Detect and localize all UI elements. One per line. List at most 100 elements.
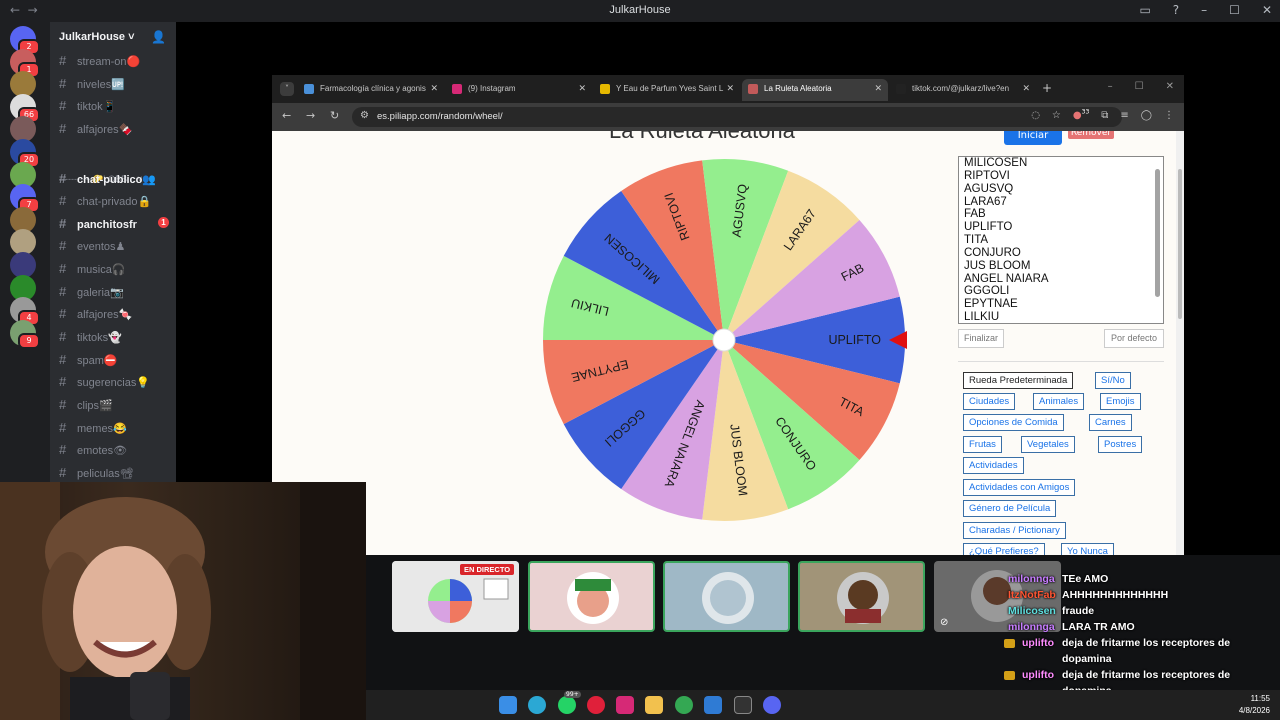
crown-icon [1004, 671, 1015, 680]
mail-icon[interactable] [704, 696, 722, 714]
preset-button[interactable]: Frutas [963, 436, 1002, 453]
preset-button[interactable]: Género de Película [963, 500, 1057, 517]
channel-item[interactable]: # alfajores🍬 [59, 306, 171, 324]
names-textarea[interactable]: MILICOSEN RIPTOVI AGUSVQ LARA67 FAB UPLIFTO TI… [958, 156, 1164, 324]
remove-button[interactable]: Remover [1068, 131, 1114, 139]
discord-titlebar: ← → JulkarHouse ▭? – ☐ ✕ [0, 0, 1280, 22]
screen-share-thumbnail[interactable]: EN DIRECTO [392, 561, 519, 632]
preset-button[interactable]: Vegetales [1021, 436, 1075, 453]
favicon-icon [452, 84, 462, 94]
channel-item[interactable]: # alfajores🍫 [59, 121, 171, 139]
channel-item[interactable]: # emotes👁 [59, 442, 171, 460]
add-member-icon[interactable]: 👤 [151, 30, 166, 44]
site-info-icon[interactable]: ⚙ [360, 110, 369, 121]
close-tab-icon[interactable]: ✕ [874, 83, 882, 94]
participant-avatar-2[interactable] [663, 561, 790, 632]
discord-icon[interactable] [763, 696, 781, 714]
url-field[interactable]: ⚙ es.piliapp.com/random/wheel/ [352, 107, 1122, 127]
browser-tab[interactable]: tiktok.com/@julkarz/live?en ✕ [890, 79, 1036, 101]
browser-tab[interactable]: Y Eau de Parfum Yves Saint L ✕ [594, 79, 740, 101]
new-tab-button[interactable]: + [1042, 81, 1052, 95]
bookmark-star-icon[interactable]: ☆ [1052, 110, 1061, 121]
random-wheel[interactable]: UPLIFTOTITACONJUROJUS BLOOMANGEL NAIARAG… [539, 155, 909, 525]
server-name[interactable]: JulkarHouse ˅ [59, 31, 135, 43]
channel-item[interactable]: # panchitosfr 1 [59, 216, 171, 234]
profile-icon[interactable]: ◯ [1141, 110, 1152, 121]
hash-icon: # [59, 171, 67, 186]
system-clock[interactable]: 11:55 4/8/2026 [1239, 693, 1270, 717]
channel-item[interactable]: # chat-privado🔒 [59, 193, 171, 211]
channel-item[interactable]: # niveles🆙 [59, 76, 171, 94]
channel-item[interactable]: # tiktoks👻 [59, 329, 171, 347]
reload-icon[interactable]: ↻ [330, 109, 339, 122]
start-menu-icon[interactable] [499, 696, 517, 714]
edge-icon[interactable] [528, 696, 546, 714]
channel-item[interactable]: # sugerencias💡 [59, 374, 171, 392]
name-entry: TITA [964, 234, 989, 247]
preset-button[interactable]: Emojis [1100, 393, 1141, 410]
chat-text: fraude [1062, 605, 1095, 617]
preset-button[interactable]: Yo Nunca [1061, 543, 1114, 555]
obs-icon[interactable] [734, 696, 752, 714]
hash-icon: # [59, 374, 67, 389]
preset-button[interactable]: Charadas / Pictionary [963, 522, 1066, 539]
forward-icon[interactable]: → [306, 109, 315, 122]
channel-item[interactable]: # eventos♟ [59, 238, 171, 256]
preset-button[interactable]: ¿Qué Prefieres? [963, 543, 1045, 555]
channel-item[interactable]: # chat-publico👥 [59, 171, 171, 189]
channel-label: peliculas📽 [77, 468, 134, 480]
channel-label: chat-privado🔒 [77, 196, 152, 208]
channel-item[interactable]: # peliculas📽 [59, 465, 171, 483]
puzzle-icon[interactable]: ⧉ [1101, 110, 1108, 121]
browser-tab[interactable]: (9) Instagram ✕ [446, 79, 592, 101]
favicon-icon [600, 84, 610, 94]
instagram-icon[interactable] [616, 696, 634, 714]
channel-item[interactable]: # galeria📷 [59, 284, 171, 302]
media-icon[interactable]: ≡ [1120, 110, 1128, 121]
tab-search-icon[interactable]: ˅ [280, 82, 294, 96]
channel-item[interactable]: # spam⛔ [59, 352, 171, 370]
server-icon[interactable]: 9 [10, 319, 40, 349]
wheel-hub[interactable] [712, 328, 736, 352]
browser-tab[interactable]: Farmacología clínica y agonis ✕ [298, 79, 444, 101]
preset-button[interactable]: Opciones de Comida [963, 414, 1064, 431]
eye-off-icon[interactable]: ◌ [1031, 110, 1040, 121]
browser-tab[interactable]: La Ruleta Aleatoria ✕ [742, 79, 888, 101]
preset-button[interactable]: Rueda Predeterminada [963, 372, 1074, 389]
name-entry: GGGOLI [964, 285, 1010, 298]
preset-button[interactable]: Postres [1098, 436, 1143, 453]
channel-item[interactable]: # clips🎬 [59, 397, 171, 415]
close-tab-icon[interactable]: ✕ [430, 83, 438, 94]
name-entry: AGUSVQ [964, 182, 1014, 195]
close-tab-icon[interactable]: ✕ [578, 83, 586, 94]
whatsapp-icon[interactable] [558, 696, 576, 714]
media-player-icon[interactable] [587, 696, 605, 714]
channel-item[interactable]: # tiktok📱 [59, 98, 171, 116]
menu-icon[interactable]: ⋮ [1164, 110, 1174, 121]
preset-button[interactable]: Ciudades [963, 393, 1016, 410]
channel-item[interactable]: # musica🎧 [59, 261, 171, 279]
close-tab-icon[interactable]: ✕ [1022, 83, 1030, 94]
participant-avatar-3[interactable] [798, 561, 925, 632]
back-icon[interactable]: ← [282, 109, 291, 122]
preset-button[interactable]: Actividades [963, 457, 1024, 474]
extension-icon[interactable]: ●33 [1073, 109, 1089, 121]
file-explorer-icon[interactable] [645, 696, 663, 714]
default-button[interactable]: Por defecto [1104, 329, 1164, 348]
preset-button[interactable]: Carnes [1089, 414, 1132, 431]
preset-button[interactable]: Sí/No [1095, 372, 1131, 389]
chrome-icon[interactable] [675, 696, 693, 714]
channel-item[interactable]: # memes😂 [59, 420, 171, 438]
streamer-image [0, 482, 366, 720]
names-scrollbar[interactable] [1154, 159, 1162, 323]
preset-button[interactable]: Animales [1033, 393, 1085, 410]
page-scrollbar[interactable] [1176, 131, 1184, 555]
browser-window-controls[interactable]: – ☐ ✕ [1086, 81, 1174, 92]
preset-button[interactable]: Actividades con Amigos [963, 479, 1076, 496]
window-controls[interactable]: ▭? – ☐ ✕ [1117, 3, 1272, 17]
start-button[interactable]: Iniciar [1004, 131, 1062, 145]
channel-item[interactable]: # stream-on🔴 [59, 53, 171, 71]
finish-button[interactable]: Finalizar [958, 329, 1004, 348]
participant-avatar-1[interactable] [528, 561, 655, 632]
close-tab-icon[interactable]: ✕ [726, 83, 734, 94]
